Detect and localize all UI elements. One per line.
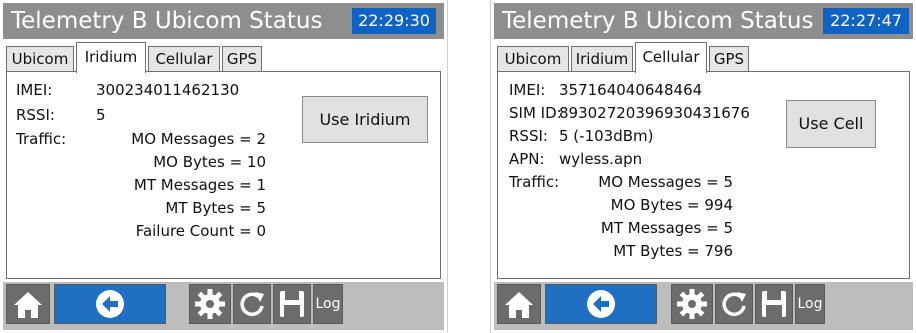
tab-cellular[interactable]: Cellular bbox=[148, 46, 220, 71]
mt-messages: MT Messages = 5 bbox=[600, 219, 733, 237]
imei-value: 357164040648464 bbox=[559, 81, 703, 99]
refresh-icon bbox=[722, 292, 746, 316]
tab-ubicom[interactable]: Ubicom bbox=[497, 46, 569, 71]
back-arrow-icon bbox=[96, 290, 124, 318]
apn-value: wyless.apn bbox=[559, 150, 643, 168]
mt-messages: MT Messages = 1 bbox=[133, 176, 266, 194]
rssi-label: RSSI: bbox=[16, 106, 55, 124]
tab-iridium[interactable]: Iridium bbox=[76, 42, 146, 73]
log-button[interactable]: Log bbox=[795, 284, 825, 324]
tab-iridium[interactable]: Iridium bbox=[571, 46, 633, 71]
tab-bar: Ubicom Iridium Cellular GPS bbox=[6, 42, 441, 73]
imei-label: IMEI: bbox=[509, 81, 546, 99]
back-button[interactable] bbox=[545, 284, 657, 324]
refresh-icon bbox=[240, 292, 264, 316]
log-button[interactable]: Log bbox=[313, 284, 343, 324]
failure-count: Failure Count = 0 bbox=[135, 222, 266, 240]
tab-bar: Ubicom Iridium Cellular GPS bbox=[497, 42, 910, 73]
mt-bytes: MT Bytes = 5 bbox=[165, 199, 266, 217]
gear-icon bbox=[195, 289, 225, 319]
sim-id-label: SIM ID: bbox=[509, 104, 562, 122]
title-bar: Telemetry B Ubicom Status 22:27:47 bbox=[494, 3, 913, 39]
sim-id-value: 89302720396930431676 bbox=[559, 104, 750, 122]
iridium-status-window: Telemetry B Ubicom Status 22:29:30 Ubico… bbox=[0, 0, 448, 333]
rssi-label: RSSI: bbox=[509, 127, 548, 145]
traffic-label: Traffic: bbox=[16, 130, 67, 148]
rssi-value: 5 bbox=[96, 106, 106, 124]
mo-messages: MO Messages = 5 bbox=[598, 173, 733, 191]
home-icon bbox=[505, 292, 533, 318]
mo-bytes: MO Bytes = 994 bbox=[610, 196, 733, 214]
save-button[interactable] bbox=[755, 284, 793, 324]
rssi-value: 5 (-103dBm) bbox=[559, 127, 654, 145]
clock-display: 22:29:30 bbox=[352, 8, 436, 34]
refresh-button[interactable] bbox=[715, 284, 753, 324]
use-iridium-button[interactable]: Use Iridium bbox=[302, 96, 428, 143]
clock-display: 22:27:47 bbox=[823, 8, 909, 34]
save-button[interactable] bbox=[273, 284, 311, 324]
save-disk-icon bbox=[280, 291, 304, 317]
bottom-toolbar: Log bbox=[3, 282, 444, 330]
refresh-button[interactable] bbox=[233, 284, 271, 324]
use-cell-button[interactable]: Use Cell bbox=[786, 100, 876, 148]
back-button[interactable] bbox=[54, 284, 166, 324]
gear-icon bbox=[677, 289, 707, 319]
home-button[interactable] bbox=[497, 284, 541, 324]
window-title: Telemetry B Ubicom Status bbox=[11, 8, 323, 34]
mo-messages: MO Messages = 2 bbox=[131, 130, 266, 148]
mo-bytes: MO Bytes = 10 bbox=[153, 153, 266, 171]
title-bar: Telemetry B Ubicom Status 22:29:30 bbox=[3, 3, 444, 39]
imei-label: IMEI: bbox=[16, 81, 53, 99]
imei-value: 300234011462130 bbox=[96, 81, 240, 99]
tab-gps[interactable]: GPS bbox=[709, 46, 749, 71]
apn-label: APN: bbox=[509, 150, 545, 168]
home-icon bbox=[14, 292, 42, 318]
cellular-status-window: Telemetry B Ubicom Status 22:27:47 Ubico… bbox=[490, 0, 916, 333]
settings-button[interactable] bbox=[671, 284, 713, 324]
bottom-toolbar: Log bbox=[494, 282, 913, 330]
tab-ubicom[interactable]: Ubicom bbox=[6, 46, 74, 71]
cellular-info-panel: IMEI: 357164040648464 SIM ID: 8930272039… bbox=[497, 71, 910, 279]
traffic-label: Traffic: bbox=[509, 173, 560, 191]
mt-bytes: MT Bytes = 796 bbox=[613, 242, 733, 260]
window-title: Telemetry B Ubicom Status bbox=[502, 8, 814, 34]
tab-gps[interactable]: GPS bbox=[222, 46, 262, 71]
iridium-info-panel: IMEI: 300234011462130 RSSI: 5 Traffic: M… bbox=[6, 71, 441, 279]
save-disk-icon bbox=[762, 291, 786, 317]
tab-cellular[interactable]: Cellular bbox=[635, 42, 707, 73]
home-button[interactable] bbox=[6, 284, 50, 324]
back-arrow-icon bbox=[587, 290, 615, 318]
settings-button[interactable] bbox=[189, 284, 231, 324]
